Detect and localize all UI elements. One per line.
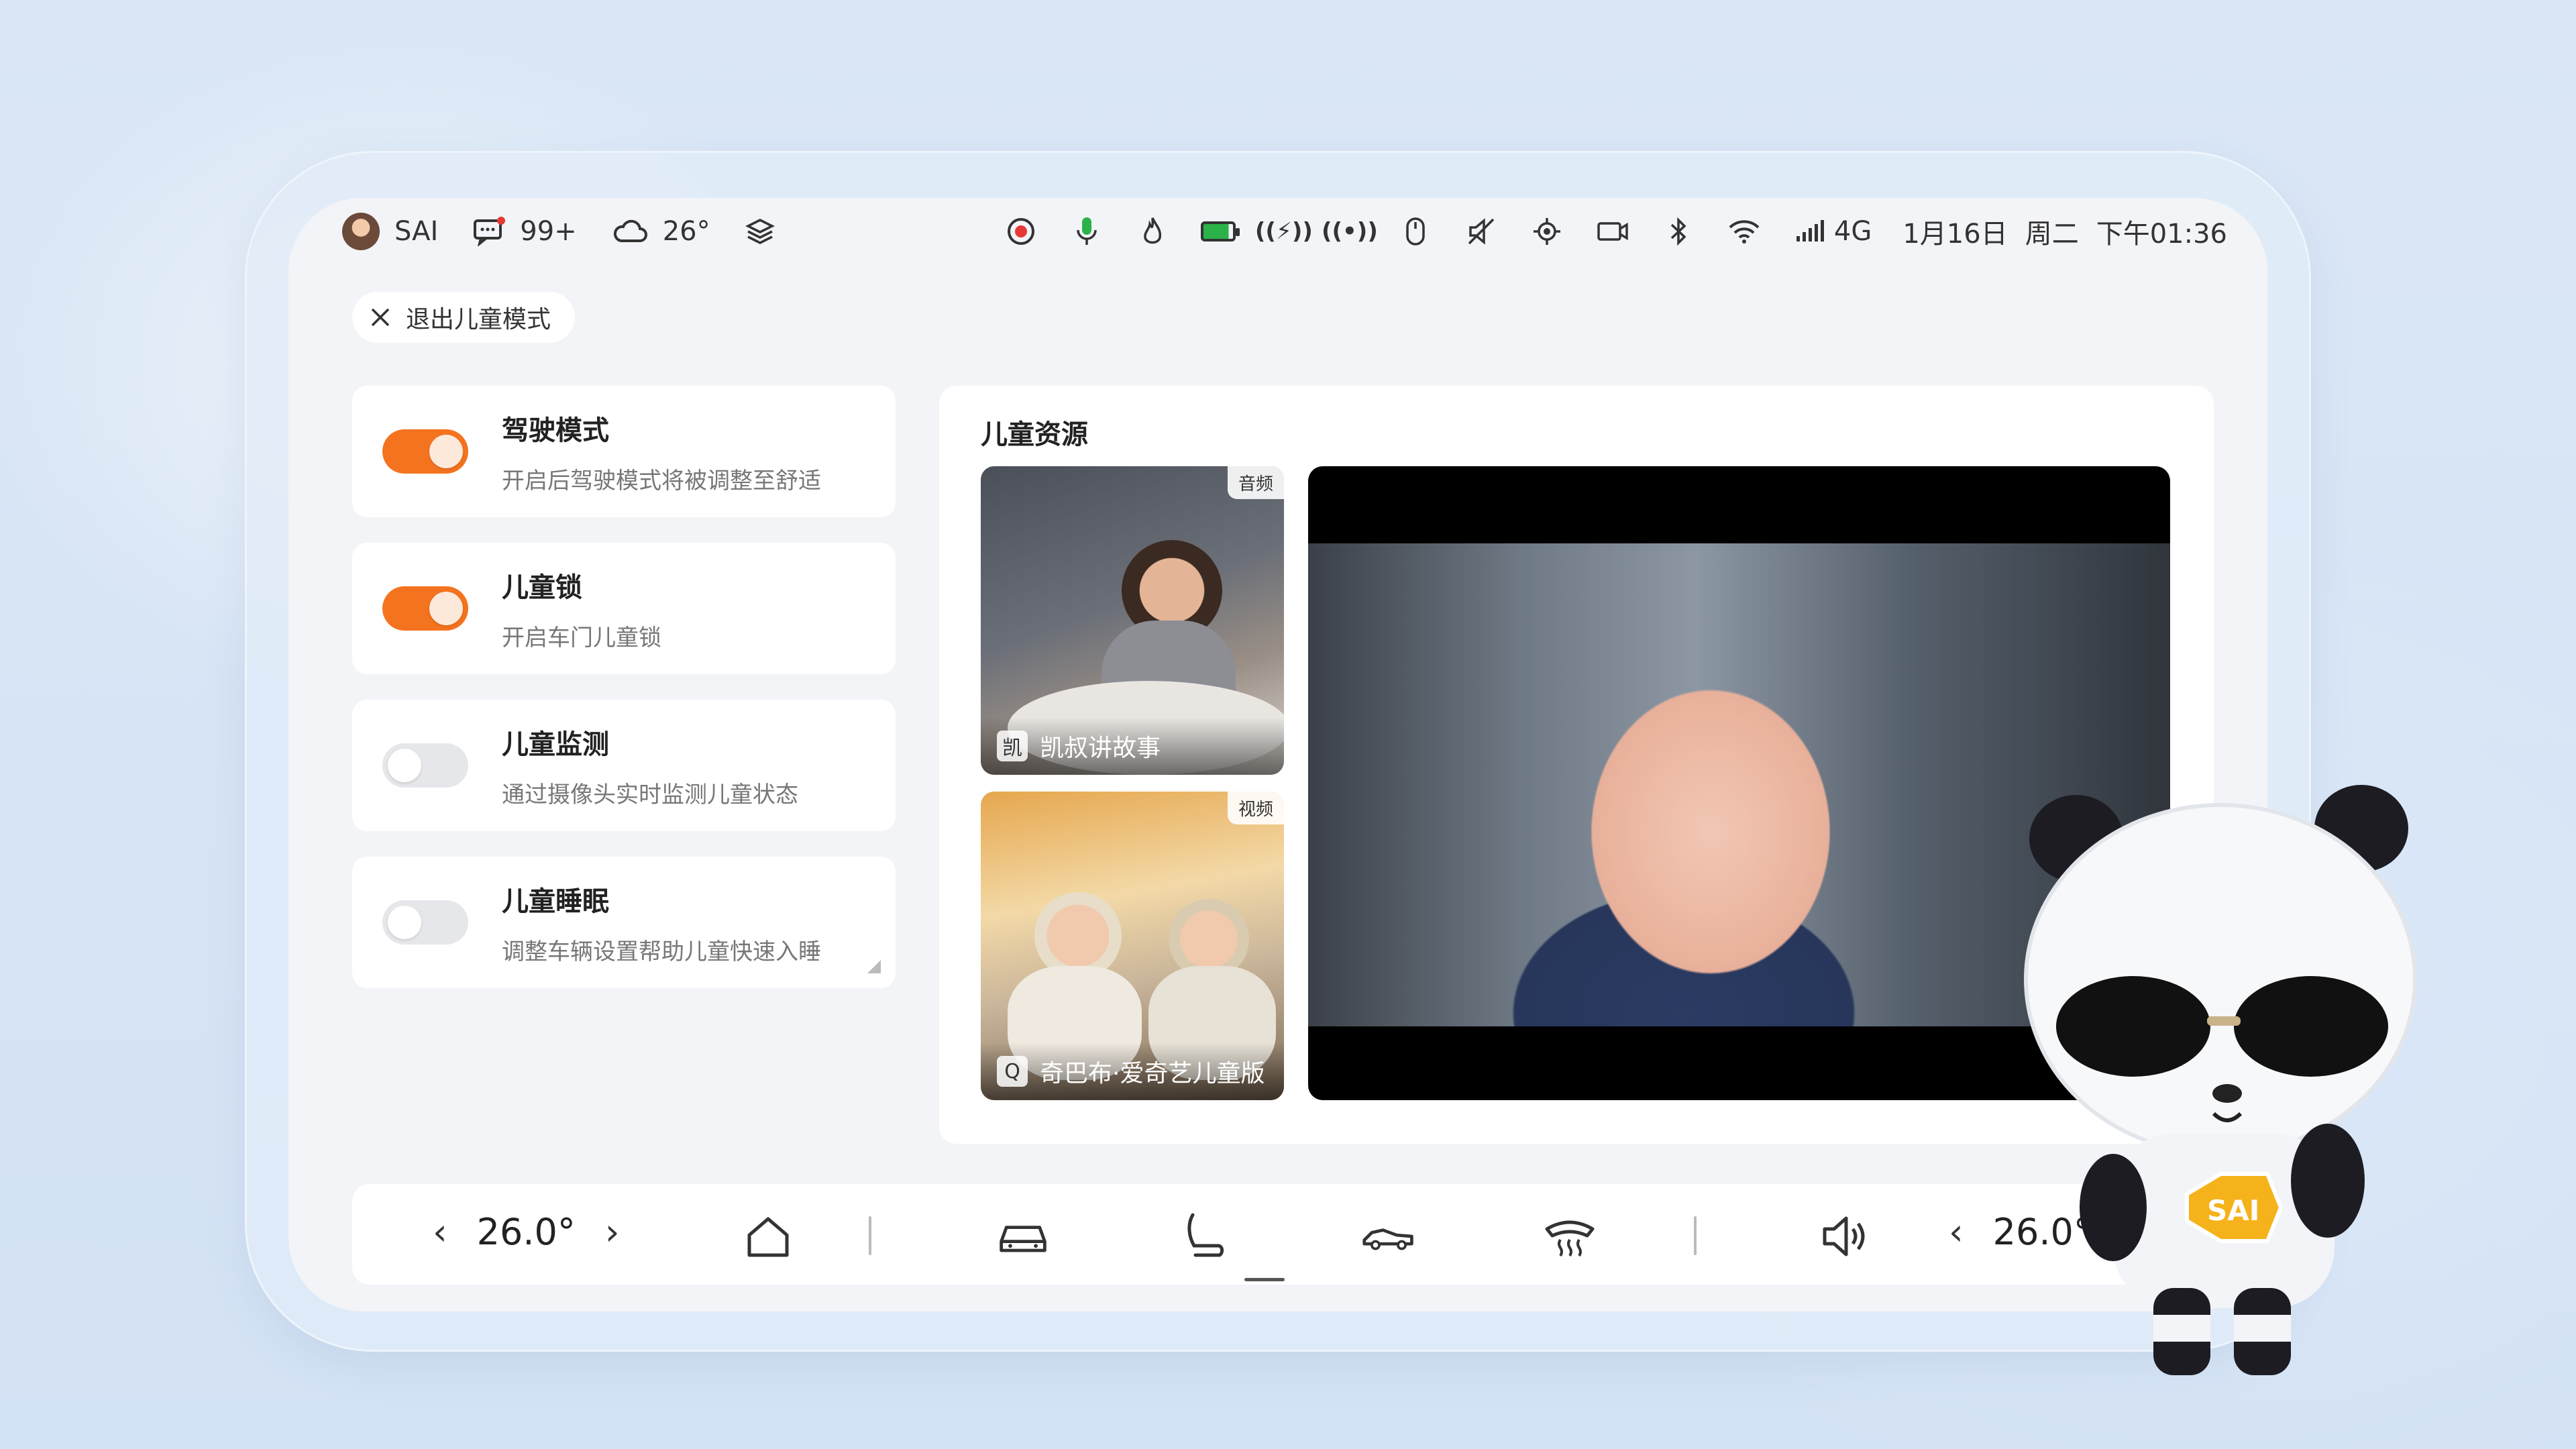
- weekday: 周二: [2025, 219, 2079, 250]
- setting-title: 儿童监测: [502, 729, 609, 760]
- dock-divider: [869, 1216, 871, 1255]
- battery-icon: [1200, 214, 1240, 249]
- defrost-icon[interactable]: [1543, 1210, 1597, 1263]
- right-temp-decrease-icon[interactable]: ‹: [1949, 1211, 1964, 1253]
- message-count: 99+: [520, 216, 577, 247]
- resource-card-video[interactable]: 视频 Q 奇巴布·爱奇艺儿童版: [981, 792, 1284, 1100]
- location-icon[interactable]: [1529, 214, 1564, 249]
- setting-child-sleep: 儿童睡眠 调整车辆设置帮助儿童快速入睡: [352, 857, 896, 988]
- kaishu-logo-icon: 凯: [997, 731, 1028, 761]
- mute-icon[interactable]: [1464, 214, 1499, 249]
- car-side-icon[interactable]: [1362, 1210, 1415, 1263]
- broadcast-icon[interactable]: ((•)): [1322, 214, 1378, 249]
- weather-temp: 26°: [662, 216, 710, 247]
- resource-card-audio[interactable]: 音频 凯 凯叔讲故事: [981, 466, 1284, 775]
- car-icon[interactable]: [996, 1210, 1050, 1263]
- settings-list: 驾驶模式 开启后驾驶模式将被调整至舒适 儿童锁 开启车门儿童锁 儿童监测 通过摄…: [352, 386, 896, 1014]
- setting-child-lock: 儿童锁 开启车门儿童锁: [352, 543, 896, 674]
- date: 1月16日: [1902, 219, 2008, 250]
- mascot-badge-label: SAI: [2207, 1194, 2260, 1227]
- close-icon: [370, 307, 391, 328]
- camera-icon[interactable]: [1595, 214, 1630, 249]
- setting-desc: 开启车门儿童锁: [502, 624, 661, 651]
- setting-title: 儿童锁: [502, 572, 582, 603]
- exit-label: 退出儿童模式: [406, 306, 551, 333]
- page-indicator: [1244, 1278, 1285, 1281]
- setting-title: 儿童睡眠: [502, 885, 609, 917]
- hotspot-icon[interactable]: ((⚡)): [1255, 214, 1313, 249]
- record-icon[interactable]: [1004, 214, 1038, 249]
- volume-icon[interactable]: [1818, 1210, 1872, 1263]
- setting-desc: 开启后驾驶模式将被调整至舒适: [502, 467, 821, 494]
- exit-kids-mode-button[interactable]: 退出儿童模式: [352, 292, 576, 343]
- network-type: 4G: [1833, 216, 1872, 247]
- car-screen: SAI 99+ 26° ((⚡)) ((•)) 4G 1月16日 周二 下午01…: [288, 198, 2267, 1311]
- driving-mode-toggle[interactable]: [382, 429, 468, 474]
- layers-icon[interactable]: [745, 217, 775, 246]
- left-temp-value: 26.0°: [476, 1211, 576, 1253]
- child-sleep-toggle[interactable]: [382, 900, 468, 945]
- avatar[interactable]: [342, 213, 380, 250]
- resource-tag: 音频: [1227, 466, 1284, 499]
- bottom-dock: ‹ 26.0° › ‹ 26.0°: [352, 1184, 2224, 1285]
- message-icon[interactable]: [473, 217, 506, 246]
- mouse-icon: [1398, 214, 1433, 249]
- resource-tag: 视频: [1227, 792, 1284, 824]
- iqiyi-kids-logo-icon: Q: [997, 1056, 1028, 1087]
- setting-child-monitor: 儿童监测 通过摄像头实时监测儿童状态: [352, 700, 896, 831]
- seat-icon[interactable]: [1177, 1210, 1231, 1263]
- clock: 下午01:36: [2096, 219, 2227, 250]
- panel-title: 儿童资源: [981, 419, 1088, 450]
- signal-icon: [1792, 214, 1827, 249]
- setting-desc: 通过摄像头实时监测儿童状态: [502, 781, 798, 808]
- panda-mascot: SAI: [2012, 778, 2428, 1395]
- left-temp-decrease-icon[interactable]: ‹: [433, 1211, 447, 1253]
- user-name: SAI: [394, 216, 439, 247]
- bluetooth-icon[interactable]: [1661, 214, 1696, 249]
- left-temp-increase-icon[interactable]: ›: [605, 1211, 620, 1253]
- setting-title: 驾驶模式: [502, 415, 609, 446]
- setting-desc: 调整车辆设置帮助儿童快速入睡: [502, 938, 821, 965]
- wifi-icon[interactable]: [1727, 214, 1762, 249]
- home-icon[interactable]: [741, 1210, 795, 1263]
- child-lock-toggle[interactable]: [382, 586, 468, 631]
- flame-icon: [1135, 214, 1170, 249]
- cloud-icon: [612, 219, 648, 244]
- resource-caption: 凯叔讲故事: [1040, 735, 1161, 762]
- setting-driving-mode: 驾驶模式 开启后驾驶模式将被调整至舒适: [352, 386, 896, 517]
- status-bar: SAI 99+ 26° ((⚡)) ((•)) 4G 1月16日 周二 下午01…: [288, 198, 2267, 265]
- child-monitor-toggle[interactable]: [382, 743, 468, 788]
- resize-handle-icon[interactable]: [867, 960, 881, 973]
- mic-icon[interactable]: [1069, 214, 1104, 249]
- dock-divider: [1694, 1216, 1697, 1255]
- resource-caption: 奇巴布·爱奇艺儿童版: [1040, 1060, 1265, 1087]
